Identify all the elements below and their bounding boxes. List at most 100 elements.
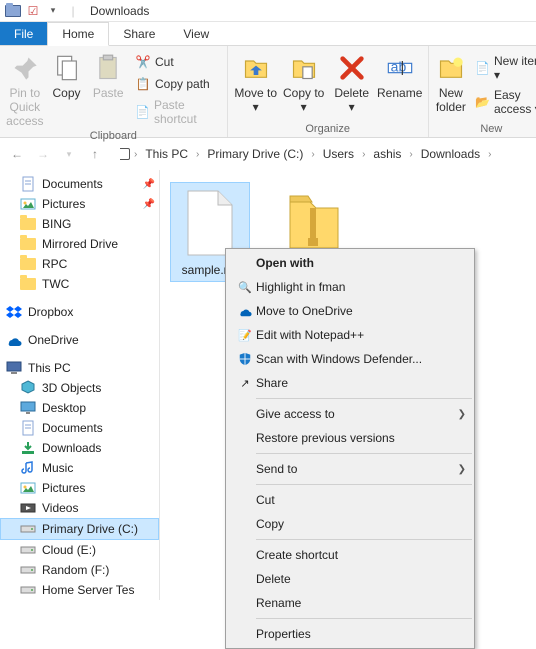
easy-access-button[interactable]: 📂Easy access ▾ [471,86,536,118]
doc-icon [20,420,36,436]
sidebar-item[interactable]: Home Server Tes [0,580,159,600]
folder-icon [20,276,36,292]
sidebar-item[interactable]: Videos [0,498,159,518]
context-menu-item[interactable]: Delete [226,567,474,591]
cut-icon: ✂️ [135,54,151,70]
up-button[interactable]: ↑ [84,143,106,165]
sidebar-item[interactable]: TWC [0,274,159,294]
sidebar-item[interactable]: Pictures [0,478,159,498]
context-menu-item[interactable]: Properties [226,622,474,646]
new-item-button[interactable]: 📄New item ▾ [471,52,536,84]
context-menu-item[interactable]: Cut [226,488,474,512]
recent-dropdown[interactable]: ▾ [58,143,80,165]
context-menu-item[interactable]: ↗Share [226,371,474,395]
breadcrumb-item[interactable]: Downloads [415,144,486,164]
defender-icon [234,351,256,367]
paste-button[interactable]: Paste [89,48,127,100]
sidebar-item[interactable]: Documents📌 [0,174,159,194]
context-menu-item[interactable]: Move to OneDrive [226,299,474,323]
sidebar-item[interactable]: Random (F:) [0,560,159,580]
move-to-icon [240,52,272,84]
context-menu-item[interactable]: Create shortcut [226,543,474,567]
context-menu-label: Rename [256,596,466,610]
cut-button[interactable]: ✂️Cut [131,52,221,72]
back-button[interactable]: ← [6,143,28,165]
breadcrumb[interactable]: ›This PC›Primary Drive (C:)›Users›ashis›… [134,144,491,164]
move-to-button[interactable]: Move to ▾ [234,48,278,114]
delete-button[interactable]: Delete ▾ [330,48,374,114]
context-menu-label: Cut [256,493,466,507]
copy-icon [51,52,83,84]
qat-dropdown-icon[interactable]: ▾ [44,2,62,20]
view-tab[interactable]: View [169,22,223,45]
blank-icon [234,626,256,642]
context-menu-item[interactable]: Open with [226,251,474,275]
context-menu-item[interactable]: Send to❯ [226,457,474,481]
blank-icon [234,255,256,271]
sidebar-item[interactable]: Dropbox [0,302,159,322]
video-icon [20,500,36,516]
pin-to-quick-access-button[interactable]: Pin to Quick access [6,48,44,128]
sidebar-item[interactable]: Music [0,458,159,478]
pic-icon [20,196,36,212]
blank-icon [234,516,256,532]
copy-path-button[interactable]: 📋Copy path [131,74,221,94]
qat-properties-icon[interactable]: ☑ [24,2,42,20]
sidebar-item[interactable]: Mirrored Drive [0,234,159,254]
sidebar-item-label: TWC [42,277,69,291]
sidebar-item[interactable]: BING [0,214,159,234]
nav-pane[interactable]: Documents📌Pictures📌BINGMirrored DriveRPC… [0,170,160,600]
blank-icon [234,461,256,477]
share-icon: ↗ [234,375,256,391]
folder-icon [20,236,36,252]
onedrive-icon [6,332,22,348]
copy-button[interactable]: Copy [48,48,86,100]
sidebar-item-label: OneDrive [28,333,79,347]
rename-button[interactable]: ab Rename [378,48,422,100]
context-menu-item[interactable]: Copy [226,512,474,536]
sidebar-item[interactable]: Desktop [0,398,159,418]
breadcrumb-item[interactable]: Primary Drive (C:) [201,144,309,164]
onedrive-icon [234,303,256,319]
sidebar-item[interactable]: This PC [0,358,159,378]
context-menu-item[interactable]: 🔍Highlight in fman [226,275,474,299]
downloads-icon [20,440,36,456]
breadcrumb-item[interactable]: Users [317,144,360,164]
context-menu-label: Properties [256,627,466,641]
new-folder-button[interactable]: New folder [435,48,467,114]
chevron-right-icon: ❯ [458,464,466,475]
share-tab[interactable]: Share [109,22,169,45]
sidebar-item[interactable]: OneDrive [0,330,159,350]
sidebar-item[interactable]: RPC [0,254,159,274]
copy-to-button[interactable]: Copy to ▾ [282,48,326,114]
context-menu-item[interactable]: Scan with Windows Defender... [226,347,474,371]
sidebar-item-label: Random (F:) [42,563,109,577]
sidebar-item-label: Home Server Tes [42,583,134,597]
breadcrumb-item[interactable]: This PC [139,144,194,164]
breadcrumb-item[interactable]: ashis [367,144,407,164]
home-tab[interactable]: Home [47,22,109,46]
sidebar-item[interactable]: Cloud (E:) [0,540,159,560]
context-menu-item[interactable]: Give access to❯ [226,402,474,426]
forward-button[interactable]: → [32,143,54,165]
sidebar-item[interactable]: 3D Objects [0,378,159,398]
sidebar-item[interactable]: Pictures📌 [0,194,159,214]
titlebar: ☑ ▾ | Downloads [0,0,536,22]
sidebar-item[interactable]: Primary Drive (C:) [0,518,159,540]
file-tab[interactable]: File [0,22,47,45]
sidebar-item-label: Downloads [42,441,101,455]
quick-access-toolbar: ☑ ▾ | [4,2,82,20]
sidebar-item-label: Cloud (E:) [42,543,96,557]
sidebar-item[interactable]: Documents [0,418,159,438]
context-menu-label: Move to OneDrive [256,304,466,318]
context-menu-item[interactable]: 📝Edit with Notepad++ [226,323,474,347]
context-menu-item[interactable]: Restore previous versions [226,426,474,450]
drive-icon [20,582,36,598]
paste-shortcut-button[interactable]: 📄Paste shortcut [131,96,221,128]
context-menu-item[interactable]: Rename [226,591,474,615]
ribbon-group-organize: Move to ▾ Copy to ▾ Delete ▾ ab Rename O… [228,46,429,137]
sidebar-item-label: Primary Drive (C:) [42,522,138,536]
sidebar-item-label: Music [42,461,73,475]
sidebar-item[interactable]: Downloads [0,438,159,458]
3d-icon [20,380,36,396]
